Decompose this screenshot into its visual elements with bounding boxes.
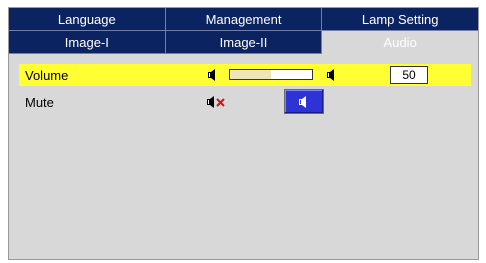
tab-management[interactable]: Management <box>165 8 323 31</box>
osd-menu: Language Management Lamp Setting Image-I… <box>8 7 479 260</box>
tab-image-i[interactable]: Image-I <box>9 31 166 54</box>
tab-audio[interactable]: Audio <box>322 31 479 54</box>
second-tab-row: Image-I Image-II Audio <box>9 31 479 54</box>
tab-image-ii[interactable]: Image-II <box>165 31 323 54</box>
speaker-icon <box>299 95 306 108</box>
mute-label: Mute <box>25 95 54 110</box>
tab-language[interactable]: Language <box>9 8 166 31</box>
volume-row[interactable]: Volume 50 <box>19 64 471 86</box>
speaker-low-icon <box>206 68 220 82</box>
volume-label: Volume <box>25 68 69 83</box>
speaker-high-icon <box>325 68 339 82</box>
top-tab-row: Language Management Lamp Setting <box>9 8 479 31</box>
volume-slider[interactable] <box>229 69 313 80</box>
tab-lamp-setting[interactable]: Lamp Setting <box>322 8 479 31</box>
speaker-muted-icon <box>207 96 225 108</box>
mute-on-button[interactable] <box>284 89 324 114</box>
mute-row[interactable]: Mute <box>19 89 471 114</box>
volume-value: 50 <box>390 66 428 84</box>
volume-slider-fill <box>230 70 271 79</box>
mute-off-option[interactable] <box>205 94 235 110</box>
